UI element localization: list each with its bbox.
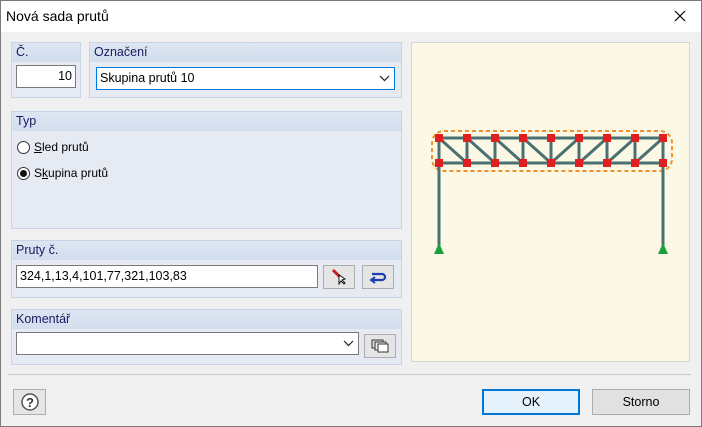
help-icon: ? (20, 393, 39, 411)
designation-select[interactable]: Skupina prutů 10 (96, 67, 395, 90)
supports (434, 243, 668, 254)
close-button[interactable] (658, 0, 702, 32)
cancel-button[interactable]: Storno (592, 389, 690, 415)
close-icon (674, 10, 686, 22)
pick-members-icon (331, 268, 347, 286)
members-input[interactable]: 324,1,13,4,101,77,321,103,83 (16, 265, 318, 288)
radio-member-sequence[interactable]: Sled prutů (17, 140, 89, 154)
type-label: Typ (12, 112, 401, 131)
comment-label: Komentář (12, 310, 401, 329)
title-bar: Nová sada prutů (0, 0, 702, 32)
chevron-down-icon[interactable] (378, 68, 390, 89)
designation-group: Označení Skupina prutů 10 (89, 42, 402, 98)
truss-frame-graphic (431, 130, 673, 254)
help-button[interactable]: ? (13, 389, 46, 415)
type-group: Typ Sled prutů Skupina prutů (11, 111, 402, 229)
members-group: Pruty č. 324,1,13,4,101,77,321,103,83 (11, 240, 402, 298)
designation-label: Označení (90, 43, 401, 62)
svg-text:?: ? (26, 395, 34, 410)
radio-circle[interactable] (17, 140, 30, 154)
refresh-button[interactable] (362, 265, 394, 289)
window-title: Nová sada prutů (6, 8, 109, 24)
comment-group: Komentář (11, 309, 402, 365)
ok-button[interactable]: OK (482, 389, 580, 415)
footer-separator (8, 374, 691, 375)
comment-select[interactable] (16, 332, 359, 355)
refresh-icon (369, 272, 387, 284)
number-group: Č. 10 (11, 42, 81, 98)
number-input[interactable]: 10 (16, 65, 76, 88)
radio-label: Sled prutů (34, 140, 89, 154)
structure-preview (411, 42, 690, 362)
pick-members-button[interactable] (323, 265, 355, 289)
members-label: Pruty č. (12, 241, 401, 260)
comment-library-icon (371, 339, 389, 353)
number-label: Č. (12, 43, 80, 62)
radio-circle-selected[interactable] (17, 166, 30, 180)
truss-members (437, 136, 665, 246)
radio-label: Skupina prutů (34, 166, 109, 180)
comment-library-button[interactable] (364, 334, 396, 358)
chevron-down-icon[interactable] (342, 333, 354, 354)
designation-value: Skupina prutů 10 (100, 71, 195, 85)
radio-member-group[interactable]: Skupina prutů (17, 166, 108, 180)
